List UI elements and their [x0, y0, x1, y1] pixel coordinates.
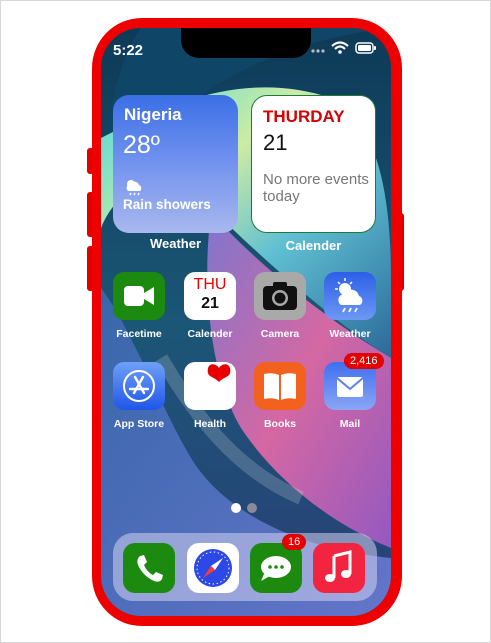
weather-temperature: 28º [123, 131, 160, 159]
app-books[interactable]: Books [245, 362, 315, 430]
status-time: 5:22 [113, 42, 144, 59]
app-label: Calender [187, 328, 233, 340]
compass-icon [187, 549, 239, 597]
messages-badge: 16 [282, 534, 307, 550]
book-icon [254, 362, 306, 410]
notch [181, 28, 311, 58]
app-label: Mail [339, 418, 361, 430]
wifi-icon [331, 41, 349, 59]
app-label: Weather [329, 328, 371, 340]
calendar-day: THURDAY [263, 107, 345, 126]
calendar-widget-label: Calender [285, 238, 342, 253]
heart-icon [184, 362, 236, 410]
app-calendar-day: THU [193, 276, 227, 293]
weather-widget[interactable]: Nigeria 28º Rain showers [113, 95, 238, 233]
app-mail[interactable]: 2,416 Mail [315, 353, 385, 430]
calendar-icon: THU 21 [184, 272, 236, 320]
weather-city: Nigeria [124, 105, 182, 124]
page-dot[interactable] [247, 503, 257, 513]
cloud-sun-rain-icon [324, 272, 376, 320]
app-calendar[interactable]: THU 21 Calender [175, 272, 245, 340]
calendar-widget[interactable]: THURDAY 21 No more events today [251, 95, 376, 233]
video-camera-icon [113, 272, 165, 320]
app-label: Facetime [116, 328, 162, 340]
envelope-icon [324, 362, 376, 410]
dock-phone[interactable] [123, 543, 175, 593]
cellular-signal-icon [311, 41, 325, 59]
app-calendar-date: 21 [201, 295, 219, 312]
app-store-icon [113, 362, 165, 410]
dock: 16 [113, 533, 377, 601]
app-weather[interactable]: Weather [315, 272, 385, 340]
app-health[interactable]: Health [175, 362, 245, 430]
page-dot-active[interactable] [231, 503, 241, 513]
app-label: Books [263, 418, 297, 430]
mail-badge: 2,416 [344, 353, 384, 369]
app-facetime[interactable]: Facetime [104, 272, 174, 340]
weather-condition: Rain showers [123, 197, 211, 212]
message-icon [250, 556, 302, 597]
page-indicator[interactable] [231, 503, 257, 513]
phone-icon [123, 555, 175, 597]
calendar-date: 21 [263, 130, 288, 155]
home-screen: 5:22 Nigeria 28º Rain showers Weather TH… [101, 28, 391, 616]
calendar-events: No more events today [263, 171, 369, 205]
app-camera[interactable]: Camera [245, 272, 315, 340]
camera-icon [254, 272, 306, 320]
app-label: App Store [113, 418, 165, 430]
app-app-store[interactable]: App Store [104, 362, 174, 430]
app-label: Camera [260, 328, 300, 340]
dock-safari[interactable] [187, 543, 239, 593]
app-label: Health [193, 418, 227, 430]
weather-widget-label: Weather [149, 236, 202, 251]
dock-music[interactable] [313, 543, 365, 593]
music-note-icon [313, 550, 365, 597]
battery-icon [355, 41, 377, 59]
status-icons [311, 41, 377, 59]
dock-messages[interactable]: 16 [250, 534, 307, 593]
